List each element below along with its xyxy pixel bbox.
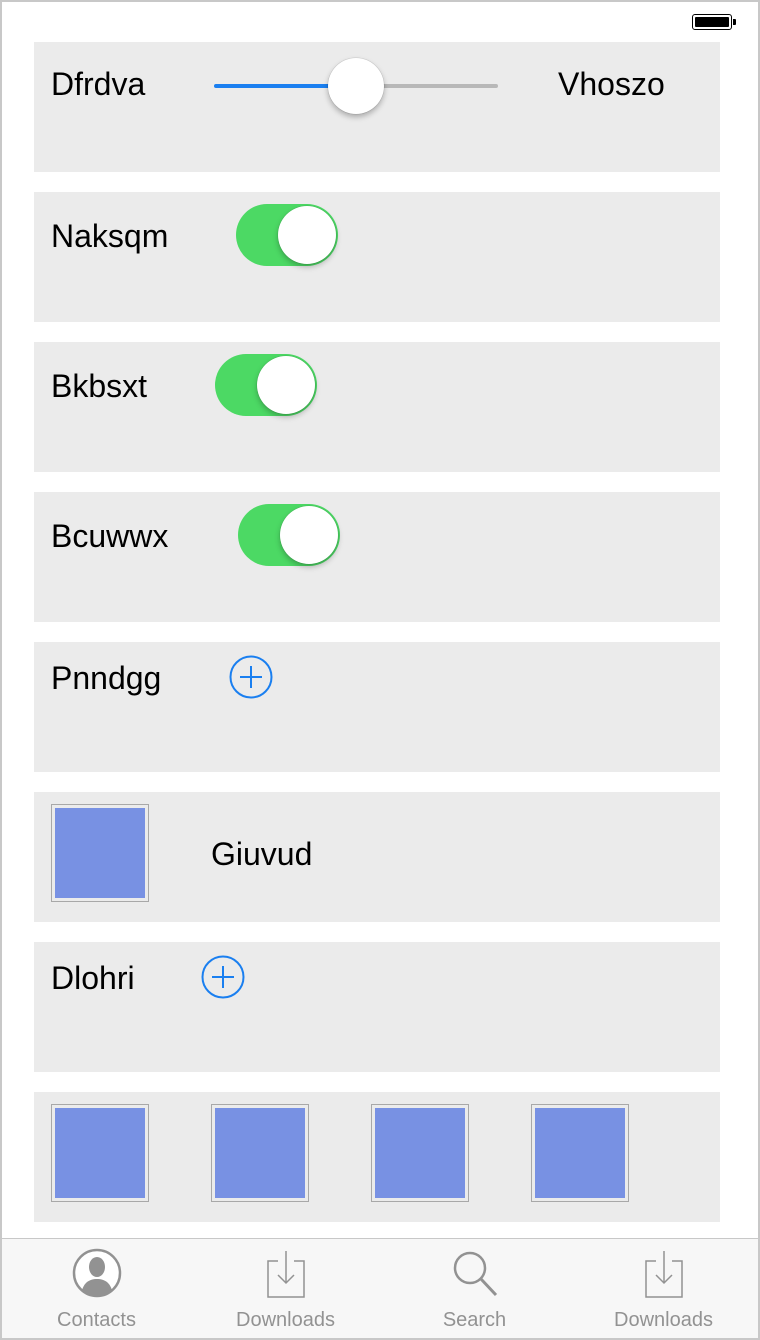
image-placeholder <box>55 808 145 898</box>
slider-left-label: Dfrdva <box>51 66 146 102</box>
image-placeholder <box>535 1108 625 1198</box>
tab-label: Contacts <box>57 1309 136 1331</box>
plus-circle-icon[interactable] <box>201 955 245 999</box>
tab-label: Downloads <box>614 1309 713 1331</box>
toggle-label: Bkbsxt <box>51 368 148 404</box>
tab-contacts[interactable]: Contacts <box>2 1239 191 1338</box>
toggle-label: Bcuwwx <box>51 518 169 554</box>
tab-label: Downloads <box>236 1309 335 1331</box>
download-icon <box>644 1251 683 1298</box>
image-placeholder <box>55 1108 145 1198</box>
toggle-switch-bkbsxt[interactable] <box>215 354 317 416</box>
toggle-switch-naksqm[interactable] <box>236 204 338 266</box>
add-row-dlohri: Dlohri <box>34 942 720 1072</box>
toggle-knob <box>257 356 315 414</box>
slider-right-label: Vhoszo <box>558 66 665 102</box>
toggle-switch-bcuwwx[interactable] <box>238 504 340 566</box>
tab-search[interactable]: Search <box>380 1239 569 1338</box>
contact-icon <box>72 1248 121 1298</box>
gallery-image-2[interactable] <box>211 1104 309 1202</box>
image-placeholder <box>215 1108 305 1198</box>
gallery-image-4[interactable] <box>531 1104 629 1202</box>
toggle-knob <box>278 206 336 264</box>
toggle-label: Naksqm <box>51 218 169 254</box>
image-row-label: Giuvud <box>211 836 313 872</box>
toggle-row-bcuwwx: Bcuwwx <box>34 492 720 622</box>
add-row-pnndgg: Pnndgg <box>34 642 720 772</box>
image-thumbnail[interactable] <box>51 804 149 902</box>
slider-thumb[interactable] <box>328 58 384 114</box>
battery-icon <box>692 14 736 32</box>
search-icon <box>453 1251 497 1297</box>
plus-circle-icon[interactable] <box>229 655 273 699</box>
image-placeholder <box>375 1108 465 1198</box>
download-icon <box>266 1251 305 1298</box>
app-screen: Dfrdva Vhoszo Naksqm Bkbsxt Bcuwwx Pnndg… <box>0 0 760 1340</box>
tab-downloads[interactable]: Downloads <box>191 1239 380 1338</box>
gallery-row <box>34 1092 720 1222</box>
gallery-image-3[interactable] <box>371 1104 469 1202</box>
gallery-image-1[interactable] <box>51 1104 149 1202</box>
add-row-label: Pnndgg <box>51 660 162 696</box>
toggle-knob <box>280 506 338 564</box>
slider-row: Dfrdva Vhoszo <box>34 42 720 172</box>
tab-label: Search <box>442 1309 507 1331</box>
add-row-label: Dlohri <box>51 960 135 996</box>
toggle-row-bkbsxt: Bkbsxt <box>34 342 720 472</box>
tab-bar: Contacts Downloads Search Downloads <box>2 1238 758 1338</box>
tab-downloads-2[interactable]: Downloads <box>569 1239 758 1338</box>
toggle-row-naksqm: Naksqm <box>34 192 720 322</box>
image-row: Giuvud <box>34 792 720 922</box>
